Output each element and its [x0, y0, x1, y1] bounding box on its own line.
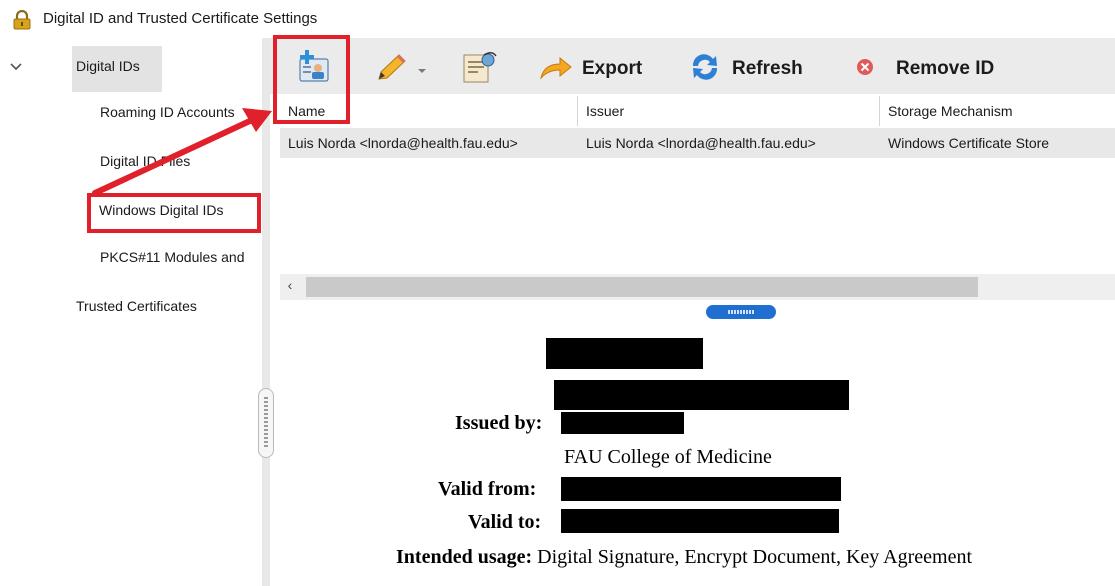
pane-splitter[interactable] — [262, 38, 270, 586]
toolbar: Export Refresh Remove ID — [270, 38, 1115, 94]
remove-id-label: Remove ID — [896, 58, 995, 79]
sidebar-item-roaming-id-accounts[interactable]: Roaming ID Accounts — [100, 104, 257, 126]
export-label: Export — [582, 58, 643, 79]
annotation-highlight-add-button — [273, 35, 350, 124]
intended-usage-value: Digital Signature, Encrypt Document, Key… — [537, 546, 973, 568]
certificate-icon — [458, 52, 500, 88]
lock-icon — [12, 9, 32, 30]
sidebar-item-pkcs11-modules[interactable]: PKCS#11 Modules and — [100, 249, 257, 271]
redacted-issuer-block — [561, 412, 684, 434]
refresh-icon — [688, 54, 722, 86]
column-header-issuer[interactable]: Issuer — [578, 96, 880, 126]
window-title: Digital ID and Trusted Certificate Setti… — [43, 10, 318, 27]
redacted-name-block — [546, 338, 703, 369]
sidebar-item-trusted-certificates[interactable]: Trusted Certificates — [76, 298, 256, 320]
cell-storage-mechanism: Windows Certificate Store — [888, 135, 1050, 151]
redacted-email-block — [554, 380, 849, 410]
refresh-label: Refresh — [732, 58, 803, 79]
issuer-organization: FAU College of Medicine — [564, 446, 772, 468]
scroll-left-arrow-icon[interactable]: ‹ — [282, 277, 298, 297]
sidebar-item-digital-id-files[interactable]: Digital ID Files — [100, 153, 257, 175]
table-row[interactable]: Luis Norda <lnorda@health.fau.edu> Luis … — [280, 128, 1115, 158]
export-button[interactable]: Export — [538, 52, 658, 82]
intended-usage-line: Intended usage: Digital Signature, Encry… — [396, 546, 972, 569]
column-header-storage-mechanism[interactable]: Storage Mechanism — [880, 96, 1115, 126]
pencil-icon — [373, 54, 409, 86]
cell-name: Luis Norda <lnorda@health.fau.edu> — [288, 135, 518, 151]
remove-id-button[interactable]: Remove ID — [856, 52, 1016, 82]
issued-by-label: Issued by: — [455, 412, 543, 434]
export-arrow-icon — [538, 56, 574, 86]
chevron-down-icon[interactable] — [8, 60, 24, 74]
redacted-valid-from-block — [561, 477, 841, 501]
remove-x-icon — [856, 58, 874, 81]
redacted-valid-to-block — [561, 509, 839, 533]
sidebar-item-digital-ids[interactable]: Digital IDs — [72, 46, 162, 92]
intended-usage-label: Intended usage: — [396, 546, 533, 568]
annotation-highlight-windows-digital-ids — [87, 193, 261, 233]
pane-resize-handle[interactable] — [706, 305, 776, 319]
valid-to-label: Valid to: — [468, 511, 542, 533]
cell-issuer: Luis Norda <lnorda@health.fau.edu> — [586, 135, 816, 151]
edit-dropdown-button[interactable] — [373, 52, 433, 82]
chevron-down-icon — [417, 62, 427, 80]
table-header: Name Issuer Storage Mechanism — [280, 96, 1115, 126]
valid-from-label: Valid from: — [438, 478, 537, 500]
certificate-details-button[interactable] — [458, 50, 500, 84]
splitter-grip-handle[interactable] — [258, 388, 274, 458]
scrollbar-thumb[interactable] — [306, 277, 978, 297]
horizontal-scrollbar[interactable]: ‹ — [280, 274, 1115, 300]
sidebar: Digital IDs Roaming ID Accounts Digital … — [0, 38, 262, 586]
refresh-button[interactable]: Refresh — [688, 52, 816, 82]
title-bar: Digital ID and Trusted Certificate Setti… — [0, 0, 1115, 38]
